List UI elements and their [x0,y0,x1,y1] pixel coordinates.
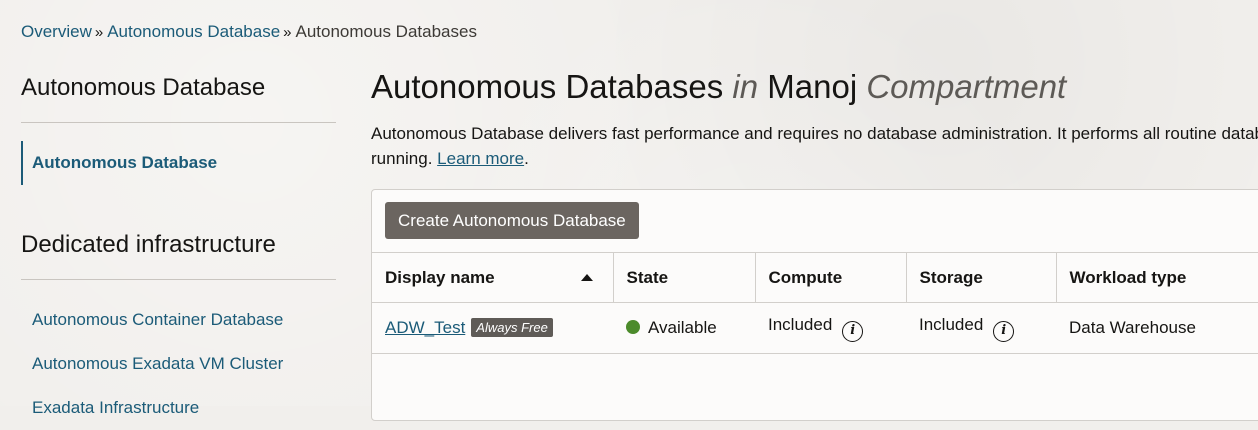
column-header-workload-type[interactable]: Workload type [1056,253,1258,303]
create-autonomous-database-button[interactable]: Create Autonomous Database [385,202,639,239]
description-line-2: running. Learn more. [371,146,1258,171]
page-title-compartment-name: Manoj [767,68,858,105]
column-header-compute[interactable]: Compute [755,253,907,303]
sidebar-item-autonomous-exadata-vm-cluster[interactable]: Autonomous Exadata VM Cluster [21,342,336,386]
sidebar-item-autonomous-database[interactable]: Autonomous Database [21,141,336,185]
column-header-label: Compute [768,267,843,287]
toolbar: Create Autonomous Database [372,190,1258,253]
breadcrumb: Overview» Autonomous Database» Autonomous … [21,21,477,44]
table-header-row: Display name State Compute Storage Workl… [372,253,1258,303]
column-header-label: Workload type [1069,267,1187,287]
databases-table: Display name State Compute Storage Workl… [372,253,1258,354]
main-content: Autonomous Databases in Manoj Compartmen… [371,66,1258,421]
description-running: running. [371,149,433,168]
cell-storage: Included i [906,302,1056,354]
column-header-label: State [626,267,669,287]
sidebar-item-exadata-infrastructure[interactable]: Exadata Infrastructure [21,386,336,430]
database-name-link[interactable]: ADW_Test [385,318,465,337]
learn-more-link[interactable]: Learn more [437,149,524,168]
info-icon[interactable]: i [993,320,1015,342]
page-title-in: in [732,68,759,105]
breadcrumb-separator: » [283,24,292,41]
page-title-compartment-label: Compartment [866,68,1067,105]
page-title-text: Autonomous Databases [371,68,724,105]
cell-compute: Included i [755,302,906,354]
sidebar-heading: Autonomous Database [21,72,336,123]
page-description: Autonomous Database delivers fast perfor… [371,121,1258,171]
description-line-1: Autonomous Database delivers fast perfor… [371,124,1258,143]
column-header-storage[interactable]: Storage [906,253,1057,303]
status-dot-icon [626,320,640,334]
cell-workload-type: Data Warehouse [1056,302,1258,354]
databases-panel: Create Autonomous Database Display name … [371,189,1258,421]
column-header-state[interactable]: State [613,253,756,303]
breadcrumb-overview[interactable]: Overview [21,22,92,41]
breadcrumb-autonomous-database[interactable]: Autonomous Database [107,22,280,41]
table-row: ADW_Test Always Free Available Included i … [372,302,1258,354]
cell-state: Available [613,302,755,354]
compute-text: Included [768,314,833,334]
state-text: Available [648,318,717,337]
storage-text: Included [919,314,984,334]
sort-ascending-icon[interactable] [580,274,593,281]
column-header-display-name[interactable]: Display name [372,253,614,303]
always-free-badge: Always Free [471,318,553,337]
workload-type-text: Data Warehouse [1069,318,1196,337]
cell-display-name: ADW_Test Always Free [372,302,613,354]
sidebar-item-autonomous-container-database[interactable]: Autonomous Container Database [21,298,336,342]
page-title: Autonomous Databases in Manoj Compartmen… [371,66,1258,108]
sidebar-heading-dedicated-infrastructure: Dedicated infrastructure [21,229,336,280]
column-header-label: Display name [385,267,495,287]
sidebar: Autonomous Database Autonomous Database … [21,72,336,430]
breadcrumb-current: Autonomous Databases [295,22,477,41]
column-header-label: Storage [919,267,983,287]
description-period: . [524,149,529,168]
sidebar-list: Autonomous Container Database Autonomous… [21,298,336,430]
info-icon[interactable]: i [842,320,864,342]
breadcrumb-separator: » [94,24,104,41]
